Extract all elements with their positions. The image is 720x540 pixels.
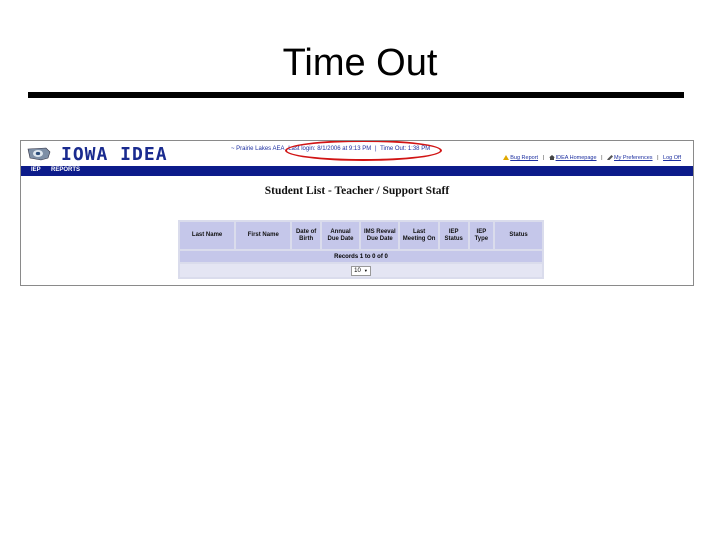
column-header-ims-reeval-due-date[interactable]: IMS Reeval Due Date <box>361 222 399 249</box>
link-separator: | <box>601 155 603 161</box>
slide-title: Time Out <box>282 42 438 84</box>
column-header-first-name[interactable]: First Name <box>236 222 291 249</box>
records-row: Records 1 to 0 of 0 <box>180 251 542 262</box>
chevron-down-icon: ▼ <box>363 267 368 273</box>
column-header-date-of-birth[interactable]: Date of Birth <box>292 222 320 249</box>
pager-row: 10 ▼ <box>180 264 542 277</box>
link-separator: | <box>657 155 659 161</box>
pencil-icon <box>607 155 614 160</box>
idea-homepage-link[interactable]: IDEA Homepage <box>556 155 597 161</box>
page-size-value: 10 <box>354 267 361 274</box>
utility-links: Bug Report | IDEA Homepage | My Preferen… <box>503 155 681 161</box>
link-separator: | <box>542 155 545 161</box>
table-header-row: Last Name First Name Date of Birth Annua… <box>180 222 542 249</box>
records-count: Records 1 to 0 of 0 <box>180 251 542 262</box>
pager-cell: 10 ▼ <box>180 264 542 277</box>
app-screenshot: IOWA IDEA ~ Prairie Lakes AEA Last login… <box>20 140 694 286</box>
column-header-last-meeting-on[interactable]: Last Meeting On <box>400 222 438 249</box>
app-header: IOWA IDEA ~ Prairie Lakes AEA Last login… <box>21 141 693 166</box>
log-off-link[interactable]: Log Off <box>663 155 681 161</box>
column-header-iep-type[interactable]: IEP Type <box>469 222 494 249</box>
my-preferences-link[interactable]: My Preferences <box>614 155 653 161</box>
title-rule <box>28 92 684 98</box>
column-header-annual-due-date[interactable]: Annual Due Date <box>321 222 360 249</box>
timeout-highlight-oval <box>285 141 442 161</box>
nav-bar: IEP REPORTS <box>21 166 693 176</box>
logo-text: IOWA IDEA <box>61 144 168 165</box>
warning-icon <box>503 155 510 160</box>
column-header-iep-status[interactable]: IEP Status <box>439 222 468 249</box>
nav-item-reports[interactable]: REPORTS <box>51 167 80 173</box>
bug-report-link[interactable]: Bug Report <box>510 155 538 161</box>
column-header-status[interactable]: Status <box>495 222 542 249</box>
student-list-table: Last Name First Name Date of Birth Annua… <box>178 220 544 279</box>
column-header-last-name[interactable]: Last Name <box>180 222 235 249</box>
home-icon <box>548 155 555 160</box>
page-size-select[interactable]: 10 ▼ <box>351 265 371 276</box>
district-label: ~ Prairie Lakes AEA <box>231 146 285 152</box>
page-title: Student List - Teacher / Support Staff <box>264 185 450 197</box>
iowa-logo-icon <box>27 147 51 161</box>
nav-item-iep[interactable]: IEP <box>31 167 41 173</box>
